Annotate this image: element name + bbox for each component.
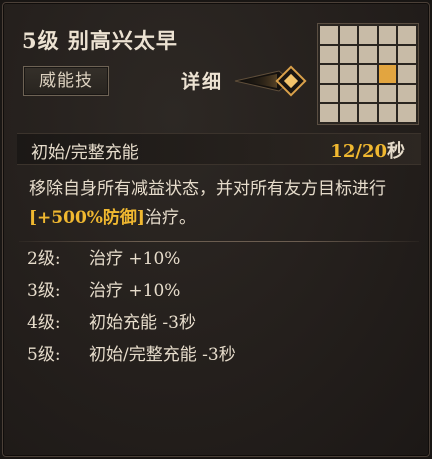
- description-text-end: 治疗。: [144, 208, 196, 228]
- range-cell: [339, 45, 358, 64]
- range-cell: [359, 26, 377, 44]
- range-cell: [378, 84, 397, 103]
- level-bonus-item: 4级: 初始充能 -3秒: [27, 307, 236, 339]
- range-cell: [320, 84, 338, 103]
- description-text: 移除自身所有减益状态，并对所有友方目标进行: [29, 179, 386, 199]
- level-bonus-item: 2级: 治疗 +10%: [27, 243, 236, 275]
- range-cell: [359, 45, 377, 64]
- level-effect: 治疗 +10%: [89, 249, 181, 269]
- level-number: 5级:: [27, 345, 61, 365]
- cooldown-bar: 初始/完整充能 12/20秒: [17, 133, 421, 165]
- detail-toggle-button[interactable]: [233, 63, 309, 99]
- level-effect: 治疗 +10%: [89, 281, 181, 301]
- skill-type-badge: 威能技: [23, 66, 109, 96]
- range-cell: [320, 26, 338, 44]
- cooldown-initial: 12: [330, 141, 356, 162]
- range-cell: [398, 104, 416, 122]
- range-cell: [398, 26, 416, 44]
- range-cell: [359, 65, 377, 83]
- range-cell: [398, 84, 416, 103]
- range-cell: [359, 104, 377, 122]
- level-bonus-item: 5级: 初始/完整充能 -3秒: [27, 339, 236, 371]
- divider: [19, 241, 419, 242]
- diamond-icon: [234, 65, 307, 97]
- cooldown-label: 初始/完整充能: [31, 143, 139, 163]
- range-cell-active: [378, 65, 397, 83]
- cooldown-value: 12/20秒: [330, 137, 405, 163]
- range-cell: [359, 84, 377, 103]
- description-highlight: [+500%防御]: [29, 208, 145, 228]
- level-number: 2级:: [27, 249, 61, 269]
- range-cell: [398, 45, 416, 64]
- level-bonus-item: 3级: 治疗 +10%: [27, 275, 236, 307]
- range-cell: [398, 65, 416, 83]
- cooldown-separator: /: [355, 141, 362, 162]
- skill-title: 5级 别高兴太早: [22, 28, 178, 53]
- level-effect: 初始/完整充能 -3秒: [89, 345, 236, 365]
- range-cell: [378, 26, 397, 44]
- range-cell: [378, 104, 397, 122]
- cooldown-unit: 秒: [387, 141, 405, 162]
- cooldown-full: 20: [361, 141, 387, 162]
- range-grid: [317, 23, 419, 125]
- detail-label: 详细: [181, 71, 224, 93]
- range-cell: [339, 104, 358, 122]
- range-cell: [339, 84, 358, 103]
- range-cell: [378, 45, 397, 64]
- range-cell: [320, 65, 338, 83]
- skill-tooltip-panel: 5级 别高兴太早 威能技 详细 初始/完整充能 12/20秒 移除自身所有减益状…: [2, 2, 430, 457]
- level-number: 3级:: [27, 281, 61, 301]
- range-cell: [320, 45, 338, 64]
- range-cell: [339, 26, 358, 44]
- range-cell: [320, 104, 338, 122]
- level-number: 4级:: [27, 313, 61, 333]
- level-effect: 初始充能 -3秒: [89, 313, 196, 333]
- range-cell: [339, 65, 358, 83]
- level-bonus-list: 2级: 治疗 +10% 3级: 治疗 +10% 4级: 初始充能 -3秒 5级: 初始/…: [27, 243, 236, 371]
- skill-description: 移除自身所有减益状态，并对所有友方目标进行 [+500%防御]治疗。: [29, 175, 409, 233]
